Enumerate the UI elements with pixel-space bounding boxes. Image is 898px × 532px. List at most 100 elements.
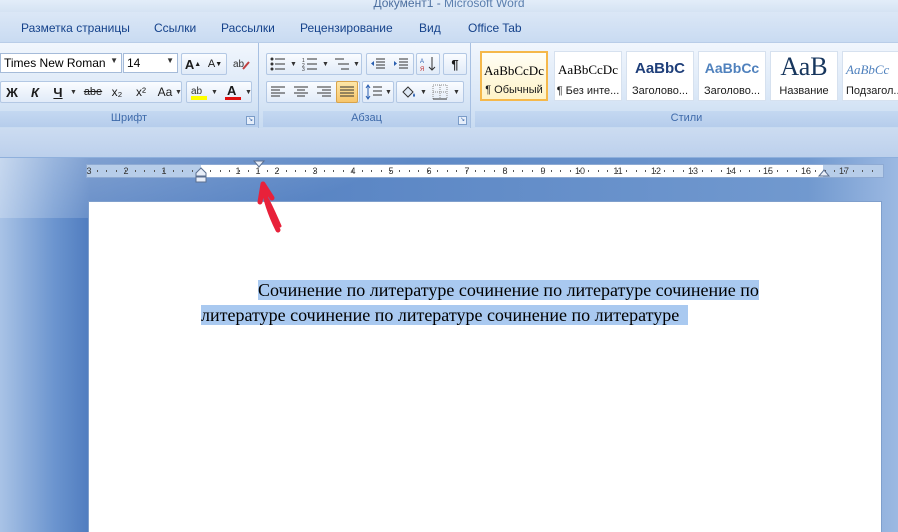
font-name-combo[interactable]: Times New Roman ▼ [0, 53, 122, 73]
svg-text:A: A [420, 59, 424, 65]
ruler-tick [465, 170, 467, 172]
tab-view[interactable]: Вид [419, 21, 441, 35]
strikethrough-button[interactable]: abe [82, 81, 104, 103]
style-name: Заголово... [631, 85, 689, 97]
hanging-indent-marker[interactable] [194, 164, 208, 184]
chevron-down-icon[interactable]: ▼ [453, 89, 460, 96]
ruler-tick [673, 170, 675, 172]
italic-button[interactable]: К [24, 81, 46, 103]
style-no-spacing[interactable]: AaBbCcDc ¶ Без инте... [554, 51, 622, 101]
line-spacing-button[interactable] [363, 81, 385, 103]
chevron-down-icon[interactable]: ▼ [385, 89, 392, 96]
red-arrow-annotation [257, 181, 282, 233]
chevron-down-icon[interactable]: ▼ [175, 89, 182, 96]
font-size-combo[interactable]: 14 ▼ [123, 53, 178, 73]
ruler-tick [796, 170, 798, 172]
align-left-button[interactable] [267, 81, 289, 103]
numbered-list-icon: 123 [302, 58, 317, 71]
clear-format-button[interactable]: ab [230, 53, 252, 75]
style-sample: AaBbCcDc [484, 63, 544, 78]
ribbon-bottom-strip [0, 128, 898, 158]
borders-button[interactable] [429, 81, 451, 103]
paint-bucket-icon [402, 86, 415, 98]
chevron-down-icon[interactable]: ▼ [245, 89, 252, 96]
ruler-tick [248, 170, 250, 172]
shrink-font-button[interactable]: A ▼ [204, 53, 226, 75]
ruler-tick [701, 170, 703, 172]
outdent-icon [371, 58, 385, 69]
ruler-tick [342, 170, 344, 172]
font-color-button[interactable]: A [222, 81, 244, 103]
tab-page-layout[interactable]: Разметка страницы [21, 21, 130, 35]
ruler-tick [597, 170, 599, 172]
clear-format-icon: ab [233, 59, 250, 70]
ruler-tick [437, 170, 439, 172]
paragraph-dialog-launcher[interactable]: ↘ [458, 116, 467, 125]
numbering-button[interactable]: 123 [299, 53, 321, 75]
style-sample: AaBbCc [704, 60, 760, 76]
ruler-tick [286, 170, 287, 172]
subscript-button[interactable]: x₂ [106, 81, 128, 103]
highlight-button[interactable]: ab [188, 81, 210, 103]
chevron-down-icon[interactable]: ▼ [322, 61, 329, 68]
style-subtitle[interactable]: AaBbCc Подзагол... [842, 51, 898, 101]
pilcrow-icon: ¶ [451, 56, 459, 72]
align-center-icon [294, 86, 308, 97]
bold-button[interactable]: Ж [1, 81, 23, 103]
superscript-button[interactable]: x² [130, 81, 152, 103]
align-center-button[interactable] [290, 81, 312, 103]
ruler-tick [493, 170, 495, 172]
ruler-tick [512, 170, 514, 172]
style-title[interactable]: АаВ Название [770, 51, 838, 101]
shading-button[interactable] [397, 81, 419, 103]
justify-button[interactable] [336, 81, 358, 103]
ruler-tick [654, 170, 656, 172]
ruler-number: 10 [574, 166, 586, 176]
tab-mailings[interactable]: Рассылки [221, 21, 275, 35]
document-body[interactable]: Сочинение по литературе сочинение по лит… [201, 278, 828, 328]
multilevel-list-button[interactable] [331, 53, 353, 75]
chevron-down-icon[interactable]: ▼ [290, 61, 297, 68]
decrease-indent-button[interactable] [367, 53, 389, 75]
chevron-down-icon: ▼ [166, 56, 174, 65]
chevron-down-icon[interactable]: ▼ [70, 89, 77, 96]
align-right-button[interactable] [313, 81, 335, 103]
ruler-tick [720, 170, 722, 172]
bullets-button[interactable] [267, 53, 289, 75]
tab-review[interactable]: Рецензирование [300, 21, 393, 35]
change-case-button[interactable]: Aa [154, 81, 176, 103]
increase-indent-button[interactable] [390, 53, 412, 75]
ruler-tick [475, 170, 476, 172]
right-indent-marker[interactable] [817, 166, 831, 178]
font-dialog-launcher[interactable]: ↘ [246, 116, 255, 125]
ruler-number: 11 [613, 166, 623, 176]
style-heading-1[interactable]: AaBbC Заголово... [626, 51, 694, 101]
ruler-tick [323, 170, 325, 172]
style-normal[interactable]: AaBbCcDc ¶ Обычный [480, 51, 548, 101]
sort-button[interactable]: AЯ [417, 53, 439, 75]
chevron-down-icon[interactable]: ▼ [353, 61, 360, 68]
ruler-tick [692, 170, 694, 172]
ruler-tick [427, 170, 429, 172]
style-heading-2[interactable]: AaBbCc Заголово... [698, 51, 766, 101]
chevron-down-icon[interactable]: ▼ [420, 89, 427, 96]
font-name-value: Times New Roman [4, 56, 106, 70]
selected-text-line-1[interactable]: Сочинение по литературе сочинение по лит… [258, 280, 759, 300]
style-name: Название [779, 85, 829, 97]
selected-text-line-2[interactable]: литературе сочинение по литературе сочин… [201, 305, 680, 325]
ruler-tick [418, 170, 420, 172]
chevron-down-icon[interactable]: ▼ [211, 89, 218, 96]
document-page[interactable]: Сочинение по литературе сочинение по лит… [88, 201, 882, 532]
ruler-tick [229, 170, 231, 172]
tab-office-tab[interactable]: Office Tab [468, 21, 522, 35]
first-line-indent-marker[interactable] [252, 160, 266, 172]
show-marks-button[interactable]: ¶ [444, 53, 466, 75]
ruler-tick [446, 170, 448, 172]
ruler-tick [862, 170, 864, 172]
grow-font-button[interactable]: A ▲ [182, 53, 204, 75]
ruler-tick [588, 170, 590, 172]
tab-references[interactable]: Ссылки [154, 21, 196, 35]
ruler-tick [786, 170, 788, 172]
underline-button[interactable]: Ч [47, 81, 69, 103]
ruler-number: 3 [86, 166, 92, 176]
